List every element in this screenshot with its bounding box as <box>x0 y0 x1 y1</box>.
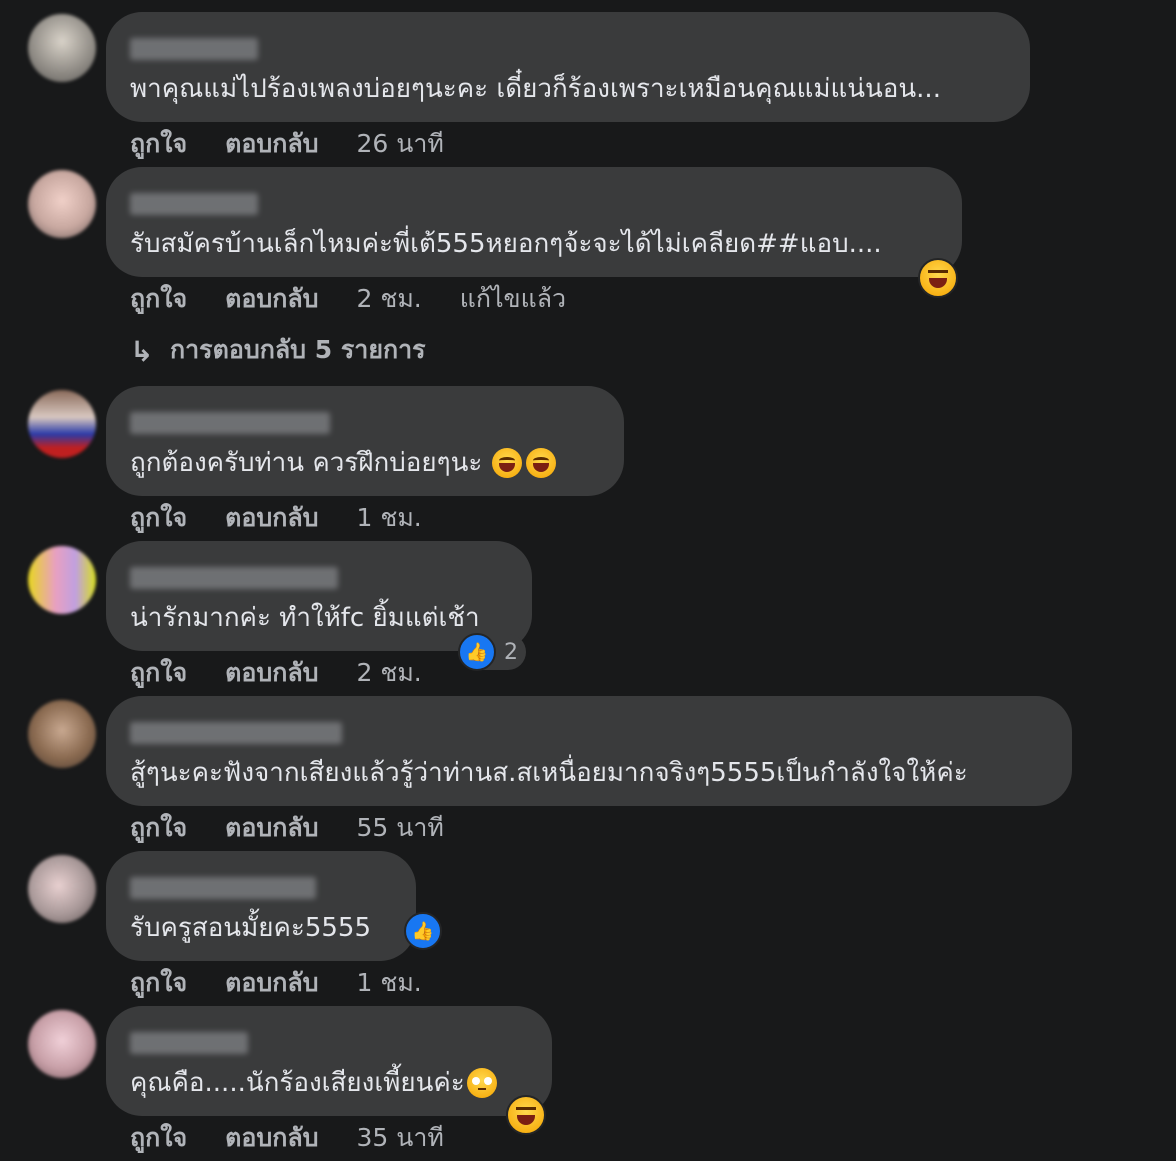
pleading-face-emoji <box>466 1068 497 1098</box>
comment-actions: ถูกใจ ตอบกลับ 2 ชม. <box>130 653 452 693</box>
reply-button[interactable]: ตอบกลับ <box>225 279 318 319</box>
timestamp[interactable]: 1 ชม. <box>357 498 422 538</box>
timestamp[interactable]: 1 ชม. <box>357 963 422 1003</box>
comment-actions: ถูกใจ ตอบกลับ 1 ชม. <box>130 963 452 1003</box>
like-button[interactable]: ถูกใจ <box>130 498 187 538</box>
timestamp[interactable]: 2 ชม. <box>357 279 422 319</box>
avatar[interactable] <box>28 170 96 238</box>
author-name-blurred[interactable] <box>130 193 258 215</box>
comment-actions: ถูกใจ ตอบกลับ 35 นาที <box>130 1118 474 1158</box>
comment-bubble: ถูกต้องครับท่าน ควรฝึกบ่อยๆนะ <box>106 386 624 496</box>
avatar[interactable] <box>28 546 96 614</box>
comment-text: ถูกต้องครับท่าน ควรฝึกบ่อยๆนะ <box>130 446 557 480</box>
comment-text: รับครูสอนมั้ยคะ5555 <box>130 913 371 943</box>
reply-arrow-icon: ↳ <box>130 334 154 368</box>
laughing-squint-emoji[interactable] <box>506 1095 546 1135</box>
comment-text-content: คุณคือ.....นักร้องเสียงเพี้ยนค่ะ <box>130 1068 465 1098</box>
comment-bubble: รับสมัครบ้านเล็กไหมค่ะพี่เต้555หยอกๆจ้ะจ… <box>106 167 962 277</box>
grinning-sweat-emoji <box>526 448 557 478</box>
author-name-blurred[interactable] <box>130 567 338 589</box>
reply-button[interactable]: ตอบกลับ <box>225 498 318 538</box>
timestamp[interactable]: 55 นาที <box>357 808 444 848</box>
author-name-blurred[interactable] <box>130 1032 248 1054</box>
comment-text: รับสมัครบ้านเล็กไหมค่ะพี่เต้555หยอกๆจ้ะจ… <box>130 229 882 259</box>
author-name-blurred[interactable] <box>130 722 342 744</box>
like-button[interactable]: ถูกใจ <box>130 963 187 1003</box>
avatar[interactable] <box>28 1010 96 1078</box>
like-icon[interactable]: 👍 <box>404 912 442 950</box>
reply-button[interactable]: ตอบกลับ <box>225 653 318 693</box>
comment-text-content: ถูกต้องครับท่าน ควรฝึกบ่อยๆนะ <box>130 448 483 478</box>
like-button[interactable]: ถูกใจ <box>130 279 187 319</box>
author-name-blurred[interactable] <box>130 38 258 60</box>
avatar[interactable] <box>28 855 96 923</box>
reply-button[interactable]: ตอบกลับ <box>225 963 318 1003</box>
like-button[interactable]: ถูกใจ <box>130 124 187 164</box>
view-replies-label: การตอบกลับ 5 รายการ <box>170 335 426 364</box>
like-button[interactable]: ถูกใจ <box>130 1118 187 1158</box>
comment-text: คุณคือ.....นักร้องเสียงเพี้ยนค่ะ <box>130 1066 497 1100</box>
reaction-count: 2 <box>504 639 518 665</box>
comment-actions: ถูกใจ ตอบกลับ 2 ชม. แก้ไขแล้ว <box>130 279 596 319</box>
comment-actions: ถูกใจ ตอบกลับ 26 นาที <box>130 124 474 164</box>
like-button[interactable]: ถูกใจ <box>130 653 187 693</box>
avatar[interactable] <box>28 14 96 82</box>
author-name-blurred[interactable] <box>130 412 330 434</box>
comment-text: น่ารักมากค่ะ ทำให้fc ยิ้มแต่เช้า <box>130 603 480 633</box>
timestamp[interactable]: 26 นาที <box>357 124 444 164</box>
avatar[interactable] <box>28 390 96 458</box>
comment-actions: ถูกใจ ตอบกลับ 1 ชม. <box>130 498 452 538</box>
reply-button[interactable]: ตอบกลับ <box>225 808 318 848</box>
comment-bubble: คุณคือ.....นักร้องเสียงเพี้ยนค่ะ <box>106 1006 552 1116</box>
reply-button[interactable]: ตอบกลับ <box>225 124 318 164</box>
view-replies-link[interactable]: ↳ การตอบกลับ 5 รายการ <box>130 330 426 370</box>
like-icon: 👍 <box>458 633 496 671</box>
grinning-sweat-emoji <box>492 448 523 478</box>
like-button[interactable]: ถูกใจ <box>130 808 187 848</box>
comment-text: สู้ๆนะคะฟังจากเสียงแล้วรู้ว่าท่านส.สเหนื… <box>130 758 968 788</box>
timestamp[interactable]: 35 นาที <box>357 1118 444 1158</box>
author-name-blurred[interactable] <box>130 877 316 899</box>
timestamp[interactable]: 2 ชม. <box>357 653 422 693</box>
comment-text: พาคุณแม่ไปร้องเพลงบ่อยๆนะคะ เดี๋ยวก็ร้อง… <box>130 74 941 104</box>
laughing-squint-emoji[interactable] <box>918 258 958 298</box>
comment-bubble: พาคุณแม่ไปร้องเพลงบ่อยๆนะคะ เดี๋ยวก็ร้อง… <box>106 12 1030 122</box>
reaction-summary[interactable]: 👍 2 <box>458 633 526 671</box>
comment-bubble: สู้ๆนะคะฟังจากเสียงแล้วรู้ว่าท่านส.สเหนื… <box>106 696 1072 806</box>
edited-label: แก้ไขแล้ว <box>459 284 567 313</box>
avatar[interactable] <box>28 700 96 768</box>
comment-bubble: รับครูสอนมั้ยคะ5555 <box>106 851 416 961</box>
comment-actions: ถูกใจ ตอบกลับ 55 นาที <box>130 808 474 848</box>
reply-button[interactable]: ตอบกลับ <box>225 1118 318 1158</box>
